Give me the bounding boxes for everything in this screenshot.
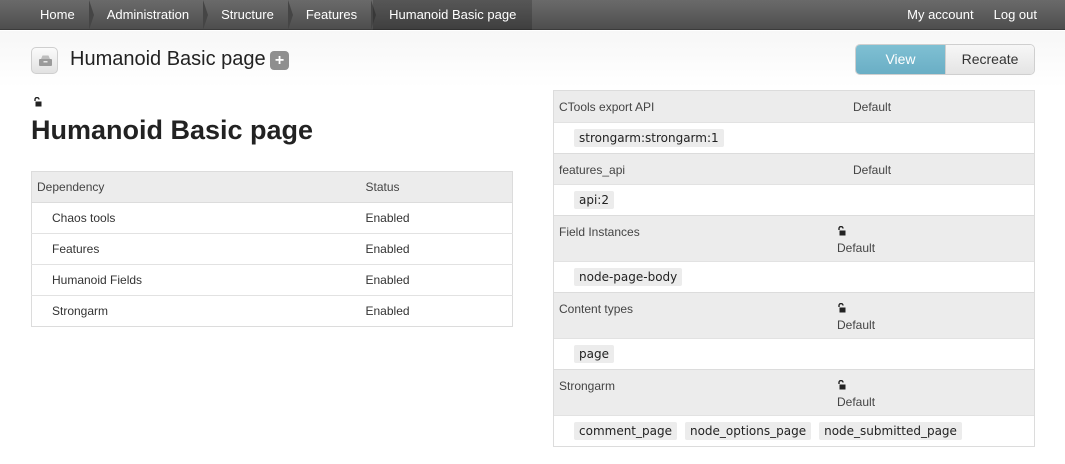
log-out-link[interactable]: Log out: [994, 0, 1037, 30]
view-mode-tabs: View Recreate: [855, 44, 1035, 75]
component-name: features_api: [559, 163, 626, 177]
table-header-row: Dependency Status: [31, 171, 513, 203]
page-title: Humanoid Basic page: [70, 48, 266, 70]
lock-icon[interactable]: [33, 94, 43, 107]
dependency-table: Dependency Status Chaos tools Enabled Fe…: [31, 171, 513, 327]
lock-icon[interactable]: [837, 225, 847, 236]
component-state: Default: [853, 100, 892, 114]
component-item: comment_page: [574, 422, 677, 440]
dependency-status: Enabled: [360, 233, 513, 265]
tab-recreate[interactable]: Recreate: [945, 45, 1034, 74]
component-header-features-api: features_api Default: [554, 153, 1034, 184]
table-row: Chaos tools Enabled: [31, 202, 513, 234]
component-name: Content types: [559, 302, 634, 316]
dependency-status: Enabled: [360, 264, 513, 296]
feature-heading: Humanoid Basic page: [31, 115, 314, 145]
component-items: node-page-body: [554, 261, 1034, 292]
component-items: page: [554, 338, 1034, 369]
dependency-name: Features: [31, 233, 361, 265]
breadcrumb-current[interactable]: Humanoid Basic page: [373, 0, 533, 30]
breadcrumb-features[interactable]: Features: [290, 0, 377, 30]
lock-icon[interactable]: [837, 379, 847, 390]
component-header-ctools: CTools export API Default: [554, 91, 1034, 122]
component-name: Strongarm: [559, 379, 616, 393]
breadcrumb-structure[interactable]: Structure: [205, 0, 293, 30]
component-item: page: [574, 345, 614, 363]
feature-package-icon: [31, 47, 58, 74]
component-state: Default: [853, 163, 892, 177]
table-row: Strongarm Enabled: [31, 295, 513, 327]
components-table: CTools export API Default strongarm:stro…: [553, 90, 1035, 447]
component-item: strongarm:strongarm:1: [574, 129, 724, 147]
dependency-name: Chaos tools: [31, 202, 361, 234]
table-row: Humanoid Fields Enabled: [31, 264, 513, 296]
add-shortcut-button[interactable]: +: [270, 51, 289, 70]
component-header-field-instances: Field Instances Default: [554, 215, 1034, 261]
component-item: node-page-body: [574, 268, 683, 286]
column-header-dependency: Dependency: [31, 171, 361, 203]
my-account-link[interactable]: My account: [907, 0, 973, 30]
component-item: node_submitted_page: [819, 422, 962, 440]
component-items: comment_page node_options_page node_subm…: [554, 415, 1034, 446]
admin-toolbar: Home Administration Structure Features H…: [0, 0, 1065, 30]
dependency-status: Enabled: [360, 202, 513, 234]
component-items: api:2: [554, 184, 1034, 215]
component-items: strongarm:strongarm:1: [554, 122, 1034, 153]
component-header-strongarm: Strongarm Default: [554, 369, 1034, 415]
user-links: My account Log out: [907, 0, 1037, 30]
component-item: node_options_page: [684, 422, 812, 440]
component-name: Field Instances: [559, 225, 640, 239]
dependency-name: Humanoid Fields: [31, 264, 361, 296]
breadcrumb-home[interactable]: Home: [24, 0, 94, 30]
component-item: api:2: [574, 191, 614, 209]
component-header-content-types: Content types Default: [554, 292, 1034, 338]
dependency-name: Strongarm: [31, 295, 361, 327]
table-row: Features Enabled: [31, 233, 513, 265]
breadcrumb-administration[interactable]: Administration: [91, 0, 209, 30]
component-state: Default: [837, 395, 876, 409]
lock-icon[interactable]: [837, 302, 847, 313]
tab-view[interactable]: View: [856, 45, 945, 74]
component-state: Default: [837, 318, 876, 332]
dependency-status: Enabled: [360, 295, 513, 327]
component-name: CTools export API: [559, 100, 655, 114]
breadcrumb: Home Administration Structure Features H…: [24, 0, 533, 30]
column-header-status: Status: [360, 171, 513, 203]
component-state: Default: [837, 241, 876, 255]
page-header: Humanoid Basic page + View Recreate: [0, 31, 1065, 88]
